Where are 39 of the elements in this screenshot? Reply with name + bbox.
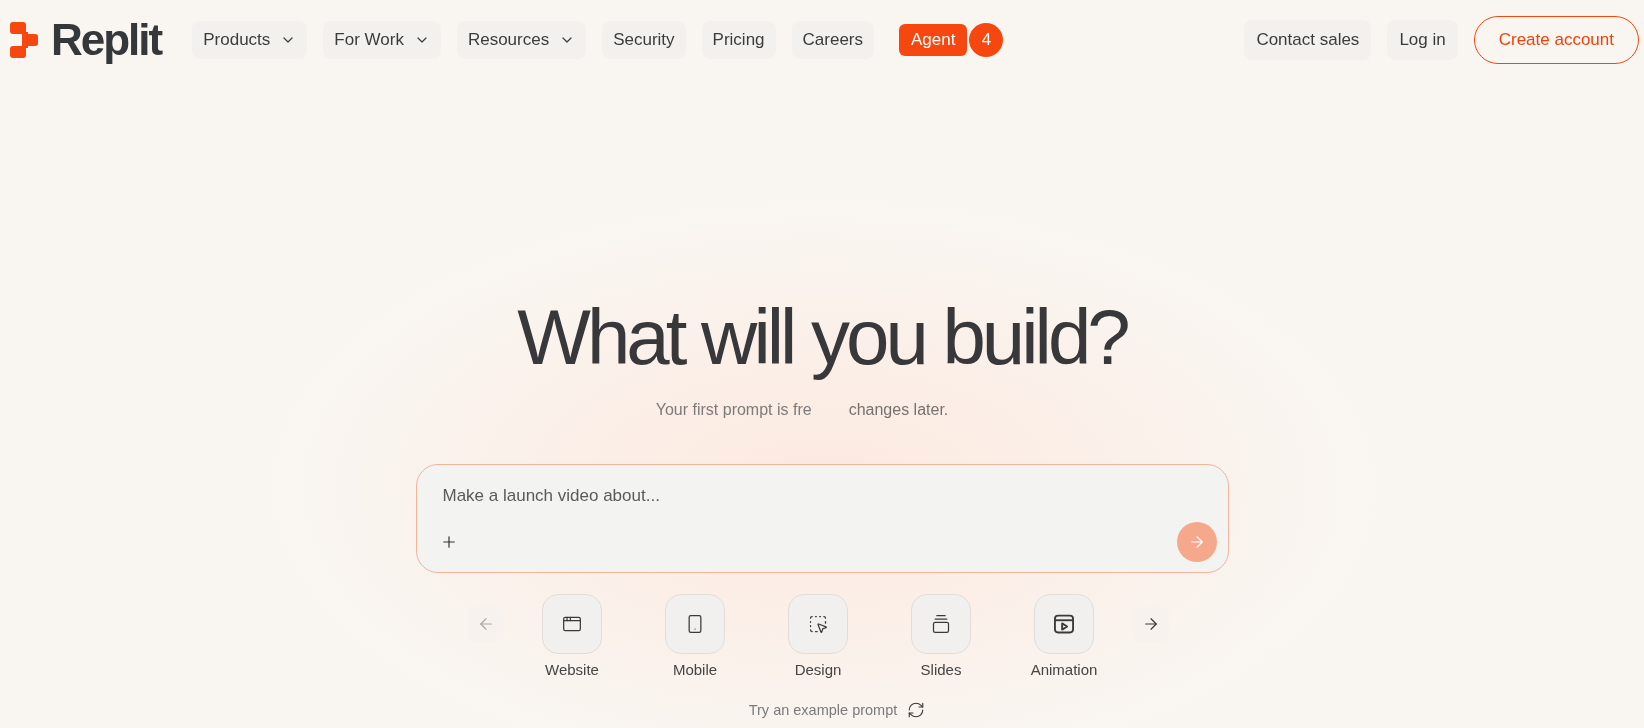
prompt-input[interactable]: Make a launch video about... [442,482,1043,510]
browser-window-icon [562,614,582,634]
nav-dropdown-button[interactable]: For Work [323,21,441,59]
window-play-icon [1054,614,1074,634]
count-badge: 4 [969,23,1004,57]
category-label: Slides [920,661,962,679]
agent-button[interactable]: Agent [899,24,968,56]
nav-label: Products [203,30,271,50]
header-link-button[interactable]: Log in [1387,20,1458,60]
stacked-cards-icon [931,614,951,634]
example-prompt-label: Try an example prompt [748,701,898,719]
nav-label: Resources [467,30,550,50]
category-label: Mobile [672,661,718,679]
nav-dropdown-button[interactable]: Products [192,21,308,59]
example-prompt-button[interactable]: Try an example prompt [748,701,926,719]
nav-dropdown-button[interactable]: Resources [456,21,587,59]
subtitle-text: Your first prompt is fre [655,400,812,420]
nav-link-button[interactable]: Careers [791,21,875,59]
category-tile[interactable] [542,594,602,654]
logo-icon [10,22,38,58]
category-tile[interactable] [665,594,725,654]
logo-link[interactable]: Replit [10,18,162,62]
nav-label: For Work [334,30,404,50]
nav-link-button[interactable]: Pricing [701,21,776,59]
header-link-button[interactable]: Contact sales [1244,20,1372,60]
category-tile[interactable] [788,594,848,654]
logo-text: Replit [51,18,162,62]
nav-label: Careers [802,30,864,50]
nav-label: Security [613,30,675,50]
category-label: Website [545,661,599,679]
refresh-icon [907,701,926,719]
category-tile[interactable] [911,594,971,654]
nav-link-button[interactable]: Security [602,21,686,59]
category-label: Design [794,661,842,679]
nav-label: Pricing [712,30,765,50]
category-label: Animation [1030,661,1098,679]
dashed-square-cursor-icon [808,614,828,634]
category-tile[interactable] [1034,594,1094,654]
subtitle-text: changes later. [848,400,949,420]
